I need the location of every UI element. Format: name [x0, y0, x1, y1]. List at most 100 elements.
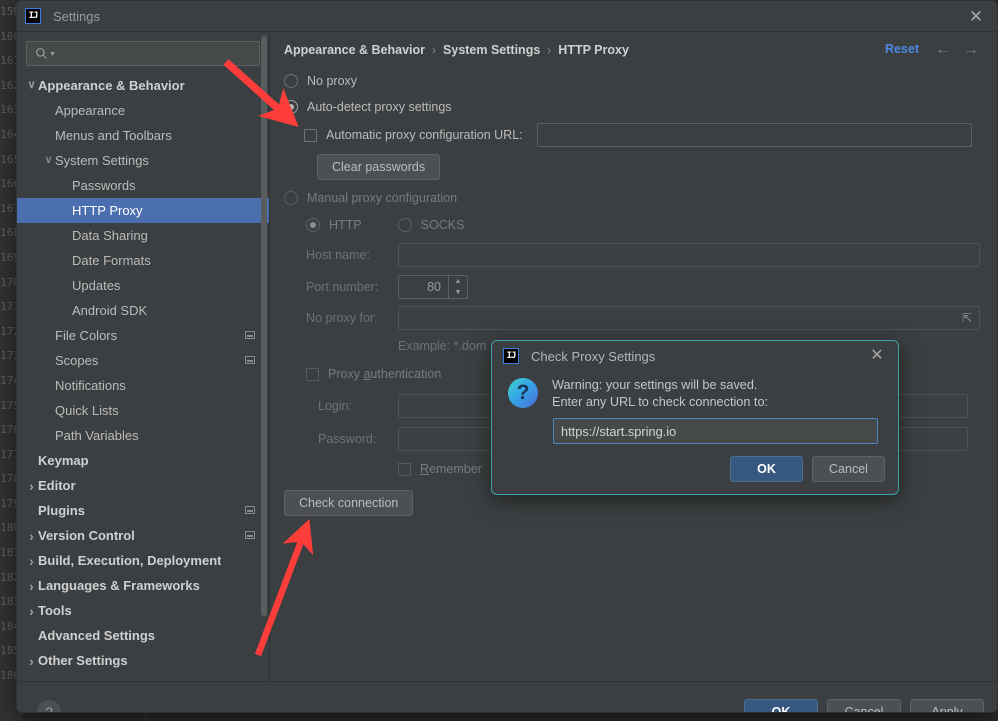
- socks-label: SOCKS: [421, 218, 465, 232]
- search-icon: [35, 47, 48, 60]
- manual-proxy-option-row[interactable]: Manual proxy configuration: [284, 184, 983, 211]
- intellij-logo-icon: IJ: [25, 8, 41, 24]
- sidebar-item-menus-and-toolbars[interactable]: Menus and Toolbars: [17, 123, 269, 148]
- no-proxy-option-row[interactable]: No proxy: [284, 68, 983, 94]
- modal-cancel-button[interactable]: Cancel: [812, 456, 885, 482]
- spin-up-icon[interactable]: ▲: [449, 276, 467, 287]
- chevron-right-icon[interactable]: [25, 604, 38, 618]
- port-number-stepper[interactable]: 80 ▲ ▼: [398, 275, 468, 299]
- url-input[interactable]: [553, 418, 878, 444]
- sidebar-item-system-settings[interactable]: System Settings: [17, 148, 269, 173]
- breadcrumb-item-1[interactable]: System Settings: [443, 43, 540, 57]
- manual-proxy-radio[interactable]: [284, 191, 298, 205]
- breadcrumb-separator: ›: [547, 43, 551, 57]
- auto-url-input[interactable]: [537, 123, 972, 147]
- sidebar-item-advanced-settings[interactable]: Advanced Settings: [17, 623, 269, 648]
- sidebar-item-passwords[interactable]: Passwords: [17, 173, 269, 198]
- reset-link[interactable]: Reset: [885, 42, 919, 56]
- search-box[interactable]: ▼: [26, 41, 260, 66]
- remember-mnemonic: R: [420, 462, 429, 476]
- sidebar-item-path-variables[interactable]: Path Variables: [17, 423, 269, 448]
- sidebar-item-editor[interactable]: Editor: [17, 473, 269, 498]
- close-icon[interactable]: ✕: [868, 347, 886, 365]
- ok-button[interactable]: OK: [744, 699, 818, 713]
- external-window-icon: [245, 356, 255, 364]
- sidebar-item-http-proxy[interactable]: HTTP Proxy: [17, 198, 269, 223]
- sidebar-item-keymap[interactable]: Keymap: [17, 448, 269, 473]
- external-window-icon: [245, 331, 255, 339]
- forward-arrow-icon[interactable]: →: [962, 41, 980, 59]
- sidebar-item-quick-lists[interactable]: Quick Lists: [17, 398, 269, 423]
- port-spin-buttons[interactable]: ▲ ▼: [448, 276, 467, 298]
- chevron-down-icon[interactable]: [42, 155, 55, 166]
- port-number-label: Port number:: [306, 280, 398, 294]
- auto-detect-option-row[interactable]: Auto-detect proxy settings: [284, 94, 983, 120]
- chevron-down-icon[interactable]: [25, 80, 38, 91]
- sidebar-item-data-sharing[interactable]: Data Sharing: [17, 223, 269, 248]
- sidebar-item-appearance-behavior[interactable]: Appearance & Behavior: [17, 73, 269, 98]
- sidebar-item-label: Data Sharing: [72, 228, 148, 243]
- sidebar-scrollbar[interactable]: [261, 36, 267, 616]
- external-window-icon: [245, 531, 255, 539]
- settings-sidebar: ▼ Appearance & BehaviorAppearanceMenus a…: [17, 32, 270, 681]
- sidebar-item-languages-frameworks[interactable]: Languages & Frameworks: [17, 573, 269, 598]
- chevron-right-icon[interactable]: [25, 554, 38, 568]
- expand-icon[interactable]: ⇱: [962, 311, 972, 325]
- help-button[interactable]: ?: [37, 700, 61, 713]
- sidebar-item-build-execution-deployment[interactable]: Build, Execution, Deployment: [17, 548, 269, 573]
- no-proxy-for-input[interactable]: [398, 306, 980, 330]
- breadcrumb: Appearance & Behavior › System Settings …: [270, 32, 997, 68]
- close-icon[interactable]: ✕: [967, 8, 985, 26]
- sidebar-item-date-formats[interactable]: Date Formats: [17, 248, 269, 273]
- auto-url-row: Automatic proxy configuration URL:: [284, 120, 983, 150]
- sidebar-item-label: Quick Lists: [55, 403, 119, 418]
- proxy-authentication-checkbox[interactable]: [306, 368, 319, 381]
- sidebar-item-tools[interactable]: Tools: [17, 598, 269, 623]
- auto-url-checkbox[interactable]: [304, 129, 317, 142]
- apply-button[interactable]: Apply: [910, 699, 984, 713]
- clear-passwords-button[interactable]: Clear passwords: [317, 154, 440, 180]
- spin-down-icon[interactable]: ▼: [449, 287, 467, 298]
- sidebar-item-label: Advanced Settings: [38, 628, 155, 643]
- cancel-button[interactable]: Cancel: [827, 699, 901, 713]
- sidebar-item-plugins[interactable]: Plugins: [17, 498, 269, 523]
- chevron-right-icon[interactable]: [25, 479, 38, 493]
- sidebar-item-other-settings[interactable]: Other Settings: [17, 648, 269, 673]
- modal-ok-button[interactable]: OK: [730, 456, 803, 482]
- search-input[interactable]: [56, 42, 259, 65]
- sidebar-item-version-control[interactable]: Version Control: [17, 523, 269, 548]
- chevron-down-icon[interactable]: ▼: [49, 51, 56, 58]
- sidebar-item-android-sdk[interactable]: Android SDK: [17, 298, 269, 323]
- sidebar-item-appearance[interactable]: Appearance: [17, 98, 269, 123]
- sidebar-item-label: Android SDK: [72, 303, 147, 318]
- remember-checkbox[interactable]: [398, 463, 411, 476]
- settings-dialog: IJ Settings ✕ ▼ Appearance & BehaviorApp…: [16, 0, 998, 713]
- intellij-logo-text: IJ: [29, 11, 38, 21]
- clear-passwords-row: Clear passwords: [284, 150, 983, 184]
- check-connection-button[interactable]: Check connection: [284, 490, 413, 516]
- intellij-logo-icon: IJ: [503, 348, 519, 364]
- host-name-label: Host name:: [306, 248, 398, 262]
- chevron-right-icon[interactable]: [25, 529, 38, 543]
- auto-url-label: Automatic proxy configuration URL:: [326, 128, 523, 142]
- auto-detect-proxy-radio[interactable]: [284, 100, 298, 114]
- chevron-right-icon[interactable]: [25, 654, 38, 668]
- http-radio[interactable]: [306, 218, 320, 232]
- no-proxy-radio[interactable]: [284, 74, 298, 88]
- back-arrow-icon[interactable]: ←: [934, 41, 952, 59]
- port-number-row: Port number: 80 ▲ ▼: [284, 271, 983, 303]
- sidebar-item-label: Keymap: [38, 453, 89, 468]
- sidebar-item-notifications[interactable]: Notifications: [17, 373, 269, 398]
- chevron-right-icon[interactable]: [25, 579, 38, 593]
- sidebar-item-label: Plugins: [38, 503, 85, 518]
- socks-radio[interactable]: [398, 218, 412, 232]
- question-icon: ?: [508, 378, 538, 408]
- host-name-input[interactable]: [398, 243, 980, 267]
- breadcrumb-item-0[interactable]: Appearance & Behavior: [284, 43, 425, 57]
- modal-message-line-2: Enter any URL to check connection to:: [552, 394, 884, 411]
- http-label: HTTP: [329, 218, 362, 232]
- dialog-title: Settings: [53, 9, 100, 24]
- sidebar-item-file-colors[interactable]: File Colors: [17, 323, 269, 348]
- sidebar-item-scopes[interactable]: Scopes: [17, 348, 269, 373]
- sidebar-item-updates[interactable]: Updates: [17, 273, 269, 298]
